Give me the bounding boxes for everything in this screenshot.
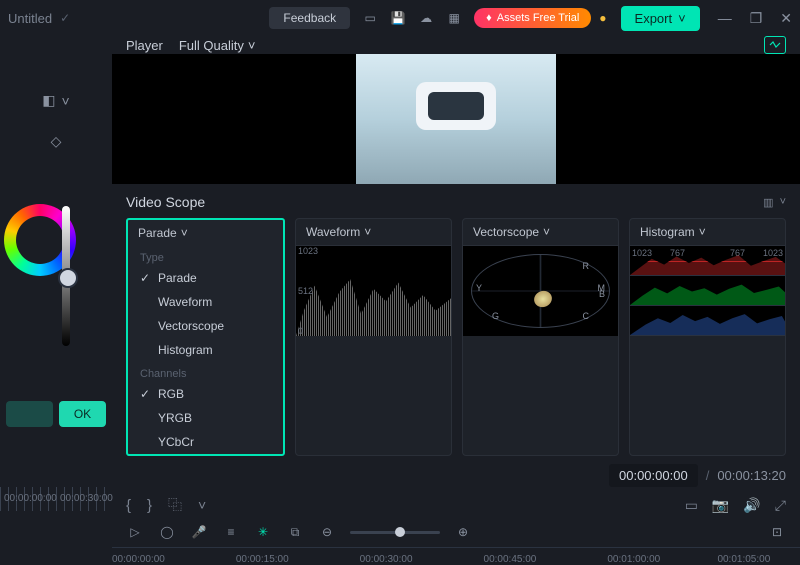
histogram-display: 1023 767 767 1023 <box>630 246 785 336</box>
compare-icon[interactable]: ◧ <box>42 92 55 109</box>
project-title: Untitled <box>8 11 52 26</box>
wf-tick: 0 <box>298 326 303 336</box>
scope-select-parade[interactable]: Parade ˅ <box>128 220 283 246</box>
save-icon[interactable]: 💾 <box>390 10 406 26</box>
ruler-tick: 00:01:05:00 <box>717 554 770 565</box>
chevron-down-icon: ˅ <box>248 38 256 53</box>
wf-tick: 1023 <box>298 246 318 256</box>
coin-icon[interactable]: ● <box>599 11 606 25</box>
dropdown-item-ycbcr[interactable]: YCbCr <box>128 430 283 454</box>
dropdown-section-channels: Channels <box>128 362 283 382</box>
scope-select-label: Histogram <box>640 225 695 239</box>
scope-title: Video Scope <box>126 194 205 210</box>
export-button[interactable]: Export ˅ <box>621 6 700 31</box>
video-scope-section: Video Scope ▥ ˅ Parade ˅ Type Parade Wav… <box>112 184 800 456</box>
crop-icon[interactable]: ⧉ <box>286 523 304 541</box>
quality-label: Full Quality <box>179 38 244 53</box>
timecode-row: 00:00:00:00 / 00:00:13:20 <box>112 456 800 491</box>
zoom-in-icon[interactable]: ⊕ <box>454 523 472 541</box>
scope-select-vectorscope[interactable]: Vectorscope ˅ <box>463 219 618 246</box>
time-separator: / <box>706 468 710 483</box>
close-icon[interactable]: ✕ <box>780 10 792 27</box>
chevron-down-icon[interactable]: ˅ <box>780 196 786 209</box>
dropdown-item-rgb[interactable]: RGB <box>128 382 283 406</box>
grid-icon[interactable]: ▦ <box>446 10 462 26</box>
dropdown-item-histogram[interactable]: Histogram <box>128 338 283 362</box>
timeline-ruler[interactable]: 00:00:00:00 00:00:15:00 00:00:30:00 00:0… <box>112 547 800 548</box>
dropdown-item-yrgb[interactable]: YRGB <box>128 406 283 430</box>
quality-select[interactable]: Full Quality ˅ <box>179 38 256 53</box>
cancel-button[interactable] <box>6 401 53 427</box>
vs-label: Y <box>476 283 482 293</box>
ruler-tick: 00:00:30:00 <box>60 493 113 504</box>
player-bar: Player Full Quality ˅ <box>112 36 800 54</box>
preview-frame <box>356 54 556 184</box>
scope-select-label: Waveform <box>306 225 360 239</box>
dropdown-section-type: Type <box>128 246 283 266</box>
scope-select-waveform[interactable]: Waveform ˅ <box>296 219 451 246</box>
preview-viewport <box>112 54 800 184</box>
zoom-slider[interactable] <box>350 531 440 534</box>
current-time[interactable]: 00:00:00:00 <box>609 464 698 487</box>
chevron-down-icon: ˅ <box>543 225 550 239</box>
snapshot-icon[interactable] <box>764 36 786 54</box>
export-label: Export <box>635 11 673 26</box>
vs-label: R <box>583 261 590 271</box>
list-icon[interactable]: ≡ <box>222 523 240 541</box>
diamond-shape-icon[interactable]: ◇ <box>51 133 62 150</box>
scope-panel-vectorscope: Vectorscope ˅ R M B C G Y <box>462 218 619 456</box>
shield-icon[interactable]: ◯ <box>158 523 176 541</box>
chevron-down-icon[interactable]: ˅ <box>62 93 70 109</box>
diamond-icon: ♦ <box>486 12 492 24</box>
scope-select-label: Vectorscope <box>473 225 539 239</box>
zoom-out-icon[interactable]: ⊖ <box>318 523 336 541</box>
ruler-tick: 00:00:30:00 <box>360 554 413 565</box>
chevron-down-icon: ˅ <box>364 225 371 239</box>
vs-label: G <box>492 311 499 321</box>
maximize-icon[interactable]: ❐ <box>750 10 763 27</box>
device-icon[interactable]: ▭ <box>362 10 378 26</box>
wf-tick: 512 <box>298 286 313 296</box>
ruler-tick: 00:00:00:00 <box>112 554 165 565</box>
ruler-tick: 00:00:45:00 <box>484 554 537 565</box>
assets-trial-label: Assets Free Trial <box>497 12 580 24</box>
scope-select-label: Parade <box>138 226 177 240</box>
mic-icon[interactable]: 🎤 <box>190 523 208 541</box>
cloud-icon[interactable]: ☁ <box>418 10 434 26</box>
dropdown-item-parade[interactable]: Parade <box>128 266 283 290</box>
duration-time: 00:00:13:20 <box>717 468 786 483</box>
play-icon[interactable]: ▷ <box>126 523 144 541</box>
fit-icon[interactable]: ⊡ <box>768 523 786 541</box>
minimize-icon[interactable]: — <box>718 10 732 26</box>
scope-panel-parade: Parade ˅ Type Parade Waveform Vectorscop… <box>126 218 285 456</box>
dropdown-item-vectorscope[interactable]: Vectorscope <box>128 314 283 338</box>
scope-layout-icon[interactable]: ▥ <box>763 196 773 209</box>
dropdown-item-waveform[interactable]: Waveform <box>128 290 283 314</box>
title-bar: Untitled ✓ Feedback ▭ 💾 ☁ ▦ ♦ Assets Fre… <box>0 0 800 36</box>
vs-label: C <box>583 311 590 321</box>
guide-icon[interactable]: ⿻ <box>168 495 182 515</box>
marker-tools-row: { } ⿻ ˅ ▭ 📷 🔊 ⤢ <box>112 491 800 519</box>
chevron-down-icon: ˅ <box>699 225 706 239</box>
marker-icon[interactable]: ✳ <box>254 523 272 541</box>
player-label: Player <box>126 38 163 53</box>
ruler-tick: 00:00:15:00 <box>236 554 289 565</box>
assets-trial-pill[interactable]: ♦ Assets Free Trial <box>474 8 591 28</box>
scope-panel-histogram: Histogram ˅ 1023 767 767 1023 <box>629 218 786 456</box>
timeline-toolbar: ▷ ◯ 🎤 ≡ ✳ ⧉ ⊖ ⊕ ⊡ <box>112 519 800 545</box>
scope-select-histogram[interactable]: Histogram ˅ <box>630 219 785 246</box>
ok-button[interactable]: OK <box>59 401 106 427</box>
value-slider[interactable] <box>62 206 70 346</box>
feedback-button[interactable]: Feedback <box>269 7 350 29</box>
chevron-down-icon: ˅ <box>678 11 686 26</box>
saved-check-icon: ✓ <box>60 11 70 25</box>
scope-panel-waveform: Waveform ˅ 1023 512 0 <box>295 218 452 456</box>
left-panel: ◧ ˅ ◇ OK <box>0 36 112 511</box>
waveform-display: 1023 512 0 <box>296 246 451 336</box>
vs-label: B <box>599 289 605 299</box>
vectorscope-display: R M B C G Y <box>463 246 618 336</box>
ruler-tick: 00:01:00:00 <box>607 554 660 565</box>
ruler-tick: 00:00:00:00 <box>4 493 57 504</box>
chevron-down-icon: ˅ <box>181 226 188 240</box>
